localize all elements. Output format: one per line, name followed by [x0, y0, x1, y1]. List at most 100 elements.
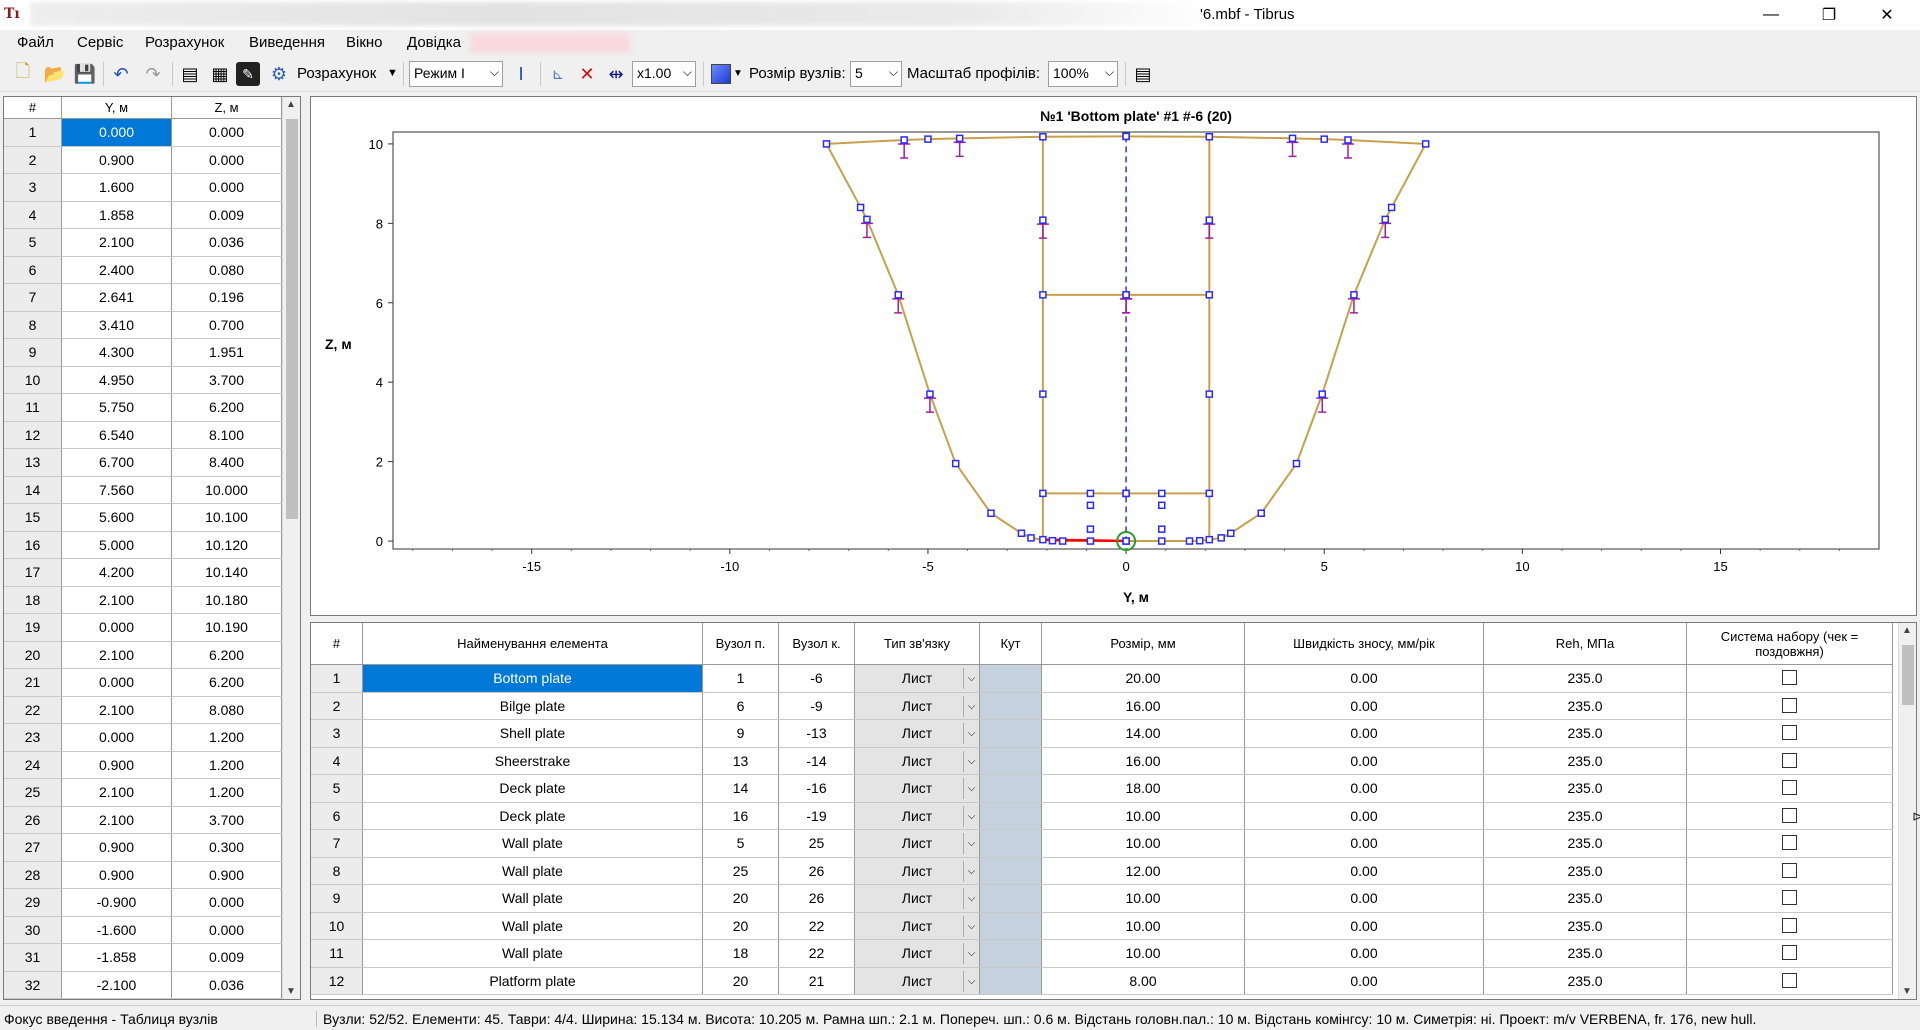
scroll-up-icon[interactable]: ▲	[286, 99, 296, 110]
element-name-cell[interactable]: Wall plate	[363, 885, 703, 912]
node-y-cell[interactable]: 2.100	[62, 806, 172, 833]
reh-cell[interactable]: 235.0	[1484, 830, 1687, 857]
fill-color-picker[interactable]	[708, 61, 734, 87]
reh-cell[interactable]: 235.0	[1484, 802, 1687, 829]
node-y-cell[interactable]: 0.000	[62, 614, 172, 641]
longitudinal-checkbox[interactable]	[1782, 697, 1797, 713]
end-node-cell[interactable]: 22	[779, 912, 855, 939]
longitudinal-checkbox[interactable]	[1782, 835, 1797, 851]
node-row[interactable]: 1 0.000 0.000	[4, 119, 283, 147]
node-row[interactable]: 10 4.950 3.700	[4, 366, 283, 394]
longitudinal-checkbox[interactable]	[1782, 917, 1797, 933]
node-index-cell[interactable]: 11	[4, 394, 62, 421]
node-marker[interactable]	[1017, 529, 1026, 538]
node-marker[interactable]	[1318, 390, 1326, 398]
node-y-cell[interactable]: 0.900	[62, 834, 172, 861]
element-index-cell[interactable]: 4	[311, 747, 363, 774]
element-row[interactable]: 6 Deck plate 16 -19 Лист ⌵ 10.00 0.00 235.0	[311, 802, 1893, 830]
properties-icon[interactable]: ▦	[207, 61, 233, 87]
node-y-cell[interactable]: 0.000	[62, 119, 172, 146]
node-marker[interactable]	[1205, 489, 1214, 498]
element-index-cell[interactable]: 12	[311, 967, 363, 994]
node-z-cell[interactable]: 0.000	[172, 174, 282, 201]
scrollbar-thumb[interactable]	[286, 119, 298, 519]
node-y-cell[interactable]: 4.950	[62, 366, 172, 393]
node-marker[interactable]	[1205, 390, 1214, 398]
node-marker[interactable]	[1257, 509, 1265, 518]
col-z[interactable]: Z, м	[172, 97, 282, 118]
col-size[interactable]: Розмір, мм	[1042, 623, 1245, 664]
size-cell[interactable]: 20.00	[1042, 665, 1245, 692]
angle-cell[interactable]	[980, 747, 1042, 774]
node-marker[interactable]	[1205, 216, 1214, 224]
node-index-cell[interactable]: 4	[4, 201, 62, 228]
reh-cell[interactable]: 235.0	[1484, 857, 1687, 884]
delete-icon[interactable]: ✕	[574, 61, 600, 87]
reh-cell[interactable]: 235.0	[1484, 720, 1687, 747]
node-index-cell[interactable]: 21	[4, 669, 62, 696]
reh-cell[interactable]: 235.0	[1484, 885, 1687, 912]
node-row[interactable]: 5 2.100 0.036	[4, 229, 283, 257]
restore-button[interactable]: ❐	[1800, 0, 1858, 30]
table-view-icon[interactable]: ▤	[177, 61, 203, 87]
node-z-cell[interactable]: 0.009	[172, 201, 282, 228]
element-index-cell[interactable]: 10	[311, 912, 363, 939]
node-marker[interactable]	[1122, 291, 1130, 299]
zoom-select[interactable]: x1.00 ⌵	[632, 61, 696, 87]
new-file-icon[interactable]: 🗋	[10, 61, 36, 87]
chevron-down-icon[interactable]: ⌵	[963, 943, 979, 964]
menu-output[interactable]: Виведення	[249, 34, 325, 51]
size-cell[interactable]: 10.00	[1042, 830, 1245, 857]
node-size-select[interactable]: 5 ⌵	[850, 61, 902, 87]
element-name-cell[interactable]: Wall plate	[363, 940, 703, 967]
node-index-cell[interactable]: 19	[4, 614, 62, 641]
wear-rate-cell[interactable]: 0.00	[1245, 665, 1484, 692]
element-index-cell[interactable]: 5	[311, 775, 363, 802]
node-y-cell[interactable]: 4.300	[62, 339, 172, 366]
longitudinal-checkbox[interactable]	[1782, 752, 1797, 768]
close-button[interactable]: ✕	[1858, 0, 1916, 30]
reh-cell[interactable]: 235.0	[1484, 775, 1687, 802]
node-index-cell[interactable]: 3	[4, 174, 62, 201]
minimize-button[interactable]: —	[1742, 0, 1800, 30]
node-y-cell[interactable]: -0.900	[62, 889, 172, 916]
node-z-cell[interactable]: 0.700	[172, 311, 282, 338]
node-z-cell[interactable]: 1.951	[172, 339, 282, 366]
start-node-cell[interactable]: 16	[703, 802, 779, 829]
element-row[interactable]: 12 Platform plate 20 21 Лист ⌵ 8.00 0.00 235.0	[311, 967, 1893, 995]
node-row[interactable]: 26 2.100 3.700	[4, 806, 283, 834]
node-y-cell[interactable]: 1.600	[62, 174, 172, 201]
col-reh[interactable]: Reh, МПа	[1484, 623, 1687, 664]
node-z-cell[interactable]: 0.000	[172, 916, 282, 943]
scroll-down-icon[interactable]: ▼	[286, 986, 296, 997]
node-row[interactable]: 20 2.100 6.200	[4, 641, 283, 669]
node-row[interactable]: 22 2.100 8.080	[4, 696, 283, 724]
wear-rate-cell[interactable]: 0.00	[1245, 775, 1484, 802]
calculation-label[interactable]: Розрахунок	[297, 65, 376, 82]
element-index-cell[interactable]: 11	[311, 940, 363, 967]
scroll-down-icon[interactable]: ▼	[1902, 986, 1912, 997]
link-type-cell[interactable]: Лист ⌵	[855, 912, 980, 939]
axes-icon[interactable]: ⊾	[545, 61, 571, 87]
wear-rate-cell[interactable]: 0.00	[1245, 857, 1484, 884]
chevron-down-icon[interactable]: ⌵	[963, 778, 979, 799]
node-row[interactable]: 16 5.000 10.120	[4, 531, 283, 559]
node-z-cell[interactable]: 0.080	[172, 256, 282, 283]
link-type-cell[interactable]: Лист ⌵	[855, 967, 980, 994]
reh-cell[interactable]: 235.0	[1484, 912, 1687, 939]
node-index-cell[interactable]: 12	[4, 421, 62, 448]
tools-icon[interactable]: ✎	[236, 62, 260, 86]
node-row[interactable]: 15 5.600 10.100	[4, 504, 283, 532]
node-row[interactable]: 31 -1.858 0.009	[4, 944, 283, 972]
nodes-table[interactable]: # Y, м Z, м 1 0.000 0.000 2 0.900 0.000 3 1.600…	[3, 96, 301, 1000]
element-row[interactable]: 7 Wall plate 5 25 Лист ⌵ 10.00 0.00 235.0	[311, 830, 1893, 858]
node-z-cell[interactable]: 0.036	[172, 971, 282, 998]
chevron-down-icon[interactable]: ⌵	[963, 723, 979, 744]
node-marker[interactable]	[951, 459, 960, 468]
node-row[interactable]: 32 -2.100 0.036	[4, 971, 283, 999]
node-marker[interactable]	[1158, 501, 1166, 510]
node-z-cell[interactable]: 10.140	[172, 559, 282, 586]
node-y-cell[interactable]: 2.400	[62, 256, 172, 283]
node-y-cell[interactable]: 2.100	[62, 696, 172, 723]
element-name-cell[interactable]: Wall plate	[363, 857, 703, 884]
